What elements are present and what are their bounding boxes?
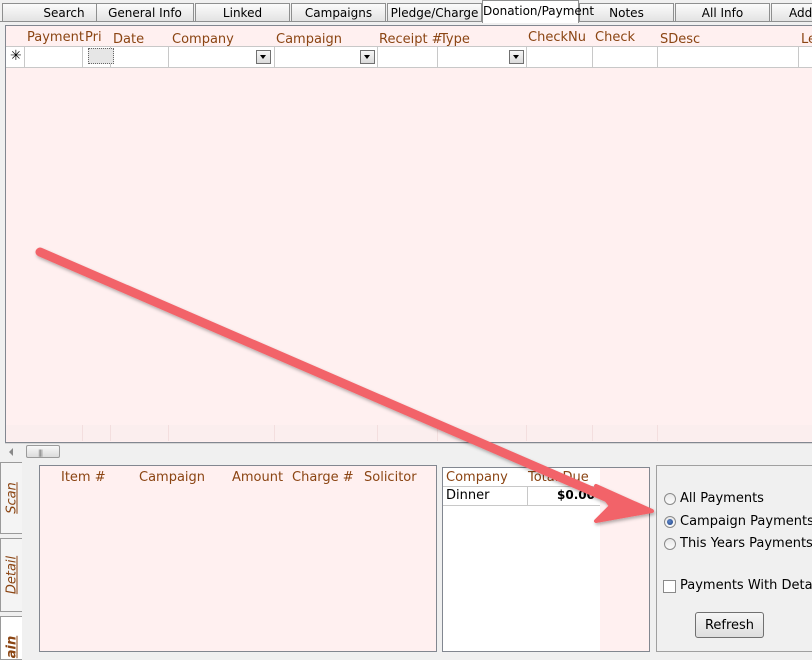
this-years-payments-radio[interactable] bbox=[664, 538, 676, 550]
cell-divider bbox=[110, 425, 111, 441]
campaign-dropdown-button[interactable] bbox=[360, 50, 375, 64]
cell-divider bbox=[24, 46, 25, 68]
grid-empty-row bbox=[6, 425, 812, 441]
payments-with-detail-checkbox[interactable] bbox=[663, 580, 676, 593]
side-tab-scan-label: Scan bbox=[4, 482, 19, 514]
side-tab-detail[interactable]: Detail bbox=[0, 538, 22, 612]
type-dropdown-button[interactable] bbox=[509, 50, 524, 64]
this-years-payments-label[interactable]: This Years Payments bbox=[680, 536, 812, 551]
scrollbar-thumb[interactable]: ||| bbox=[26, 445, 60, 458]
cell-divider bbox=[168, 46, 169, 68]
column-header-type[interactable]: Type bbox=[440, 32, 470, 47]
all-payments-label[interactable]: All Payments bbox=[680, 491, 764, 506]
cell-divider bbox=[526, 46, 527, 68]
new-record-row[interactable] bbox=[6, 46, 812, 68]
tab-strip: Search General Info Linked Campaigns Ple… bbox=[0, 0, 812, 23]
column-header-company[interactable]: Company bbox=[172, 32, 234, 47]
cell-divider bbox=[82, 425, 83, 441]
cell-divider bbox=[592, 46, 593, 68]
column-header-receipt[interactable]: Receipt # bbox=[379, 32, 443, 47]
tab-additional[interactable]: Addi bbox=[771, 3, 812, 21]
total-due-cell: $0.00 bbox=[527, 486, 598, 506]
grip-icon: ||| bbox=[38, 449, 43, 457]
cell-divider bbox=[592, 425, 593, 441]
cell-divider bbox=[437, 425, 438, 441]
payments-grid[interactable]: Payment Pri Date Company Campaign Receip… bbox=[5, 25, 812, 443]
side-tab-main[interactable]: ain bbox=[0, 616, 22, 660]
cell-divider bbox=[798, 46, 799, 68]
column-header-sdesc[interactable]: SDesc bbox=[660, 32, 700, 47]
tab-linked[interactable]: Linked bbox=[195, 3, 290, 21]
column-header-solicitor[interactable]: Solicitor bbox=[364, 470, 417, 485]
payment-filter-panel: All Payments Campaign Payments This Year… bbox=[656, 465, 812, 652]
column-header-total-due[interactable]: Total Due bbox=[528, 470, 589, 485]
side-tab-scan[interactable]: Scan bbox=[0, 462, 22, 534]
cell-divider bbox=[168, 425, 169, 441]
cell-divider bbox=[274, 425, 275, 441]
company-total-grid[interactable]: Company Total Due Dinner $0.00 bbox=[442, 467, 650, 652]
cell-divider bbox=[437, 46, 438, 68]
pri-cell[interactable] bbox=[88, 48, 114, 64]
tab-strip-divider bbox=[0, 21, 812, 22]
cell-divider bbox=[274, 46, 275, 68]
cell-divider bbox=[377, 425, 378, 441]
column-header-amount[interactable]: Amount bbox=[232, 470, 283, 485]
refresh-button[interactable]: Refresh bbox=[695, 612, 764, 638]
item-grid[interactable]: Item # Campaign Amount Charge # Solicito… bbox=[39, 465, 437, 652]
side-tab-detail-label: Detail bbox=[4, 555, 19, 595]
company-cell: Dinner bbox=[446, 488, 490, 503]
tab-campaigns[interactable]: Campaigns bbox=[291, 3, 386, 21]
all-payments-radio[interactable] bbox=[664, 493, 676, 505]
campaign-payments-radio[interactable] bbox=[664, 516, 676, 528]
cell-divider bbox=[377, 46, 378, 68]
column-header-campaign[interactable]: Campaign bbox=[276, 32, 342, 47]
new-row-marker-icon: ✳ bbox=[10, 48, 22, 64]
column-header-payment[interactable]: Payment bbox=[27, 30, 84, 45]
tab-pledge-charge[interactable]: Pledge/Charge bbox=[387, 3, 482, 21]
company-dropdown-button[interactable] bbox=[256, 50, 271, 64]
cell-divider bbox=[82, 46, 83, 68]
campaign-payments-label[interactable]: Campaign Payments bbox=[680, 514, 812, 529]
column-header-item[interactable]: Item # bbox=[61, 470, 106, 485]
horizontal-scrollbar[interactable]: ||| bbox=[5, 443, 812, 460]
column-header-charge[interactable]: Charge # bbox=[292, 470, 354, 485]
tab-all-info[interactable]: All Info bbox=[675, 3, 770, 21]
scroll-left-arrow-icon[interactable] bbox=[9, 448, 13, 456]
cell-divider bbox=[526, 425, 527, 441]
column-header-checknum[interactable]: CheckNu bbox=[528, 30, 586, 45]
column-header-pri[interactable]: Pri bbox=[85, 30, 102, 45]
cell-divider bbox=[657, 46, 658, 68]
column-header-company-total[interactable]: Company bbox=[446, 470, 508, 485]
column-header-item-campaign[interactable]: Campaign bbox=[139, 470, 205, 485]
payments-with-detail-label[interactable]: Payments With Detail bbox=[680, 578, 812, 593]
column-header-le[interactable]: Le bbox=[801, 32, 812, 47]
cell-divider bbox=[657, 425, 658, 441]
column-header-date[interactable]: Date bbox=[113, 32, 144, 47]
tab-general-info[interactable]: General Info bbox=[96, 3, 194, 21]
tab-donation-payment[interactable]: Donation/Payment bbox=[482, 0, 594, 23]
column-header-check[interactable]: Check bbox=[595, 30, 635, 45]
side-tab-main-label: ain bbox=[4, 635, 19, 659]
